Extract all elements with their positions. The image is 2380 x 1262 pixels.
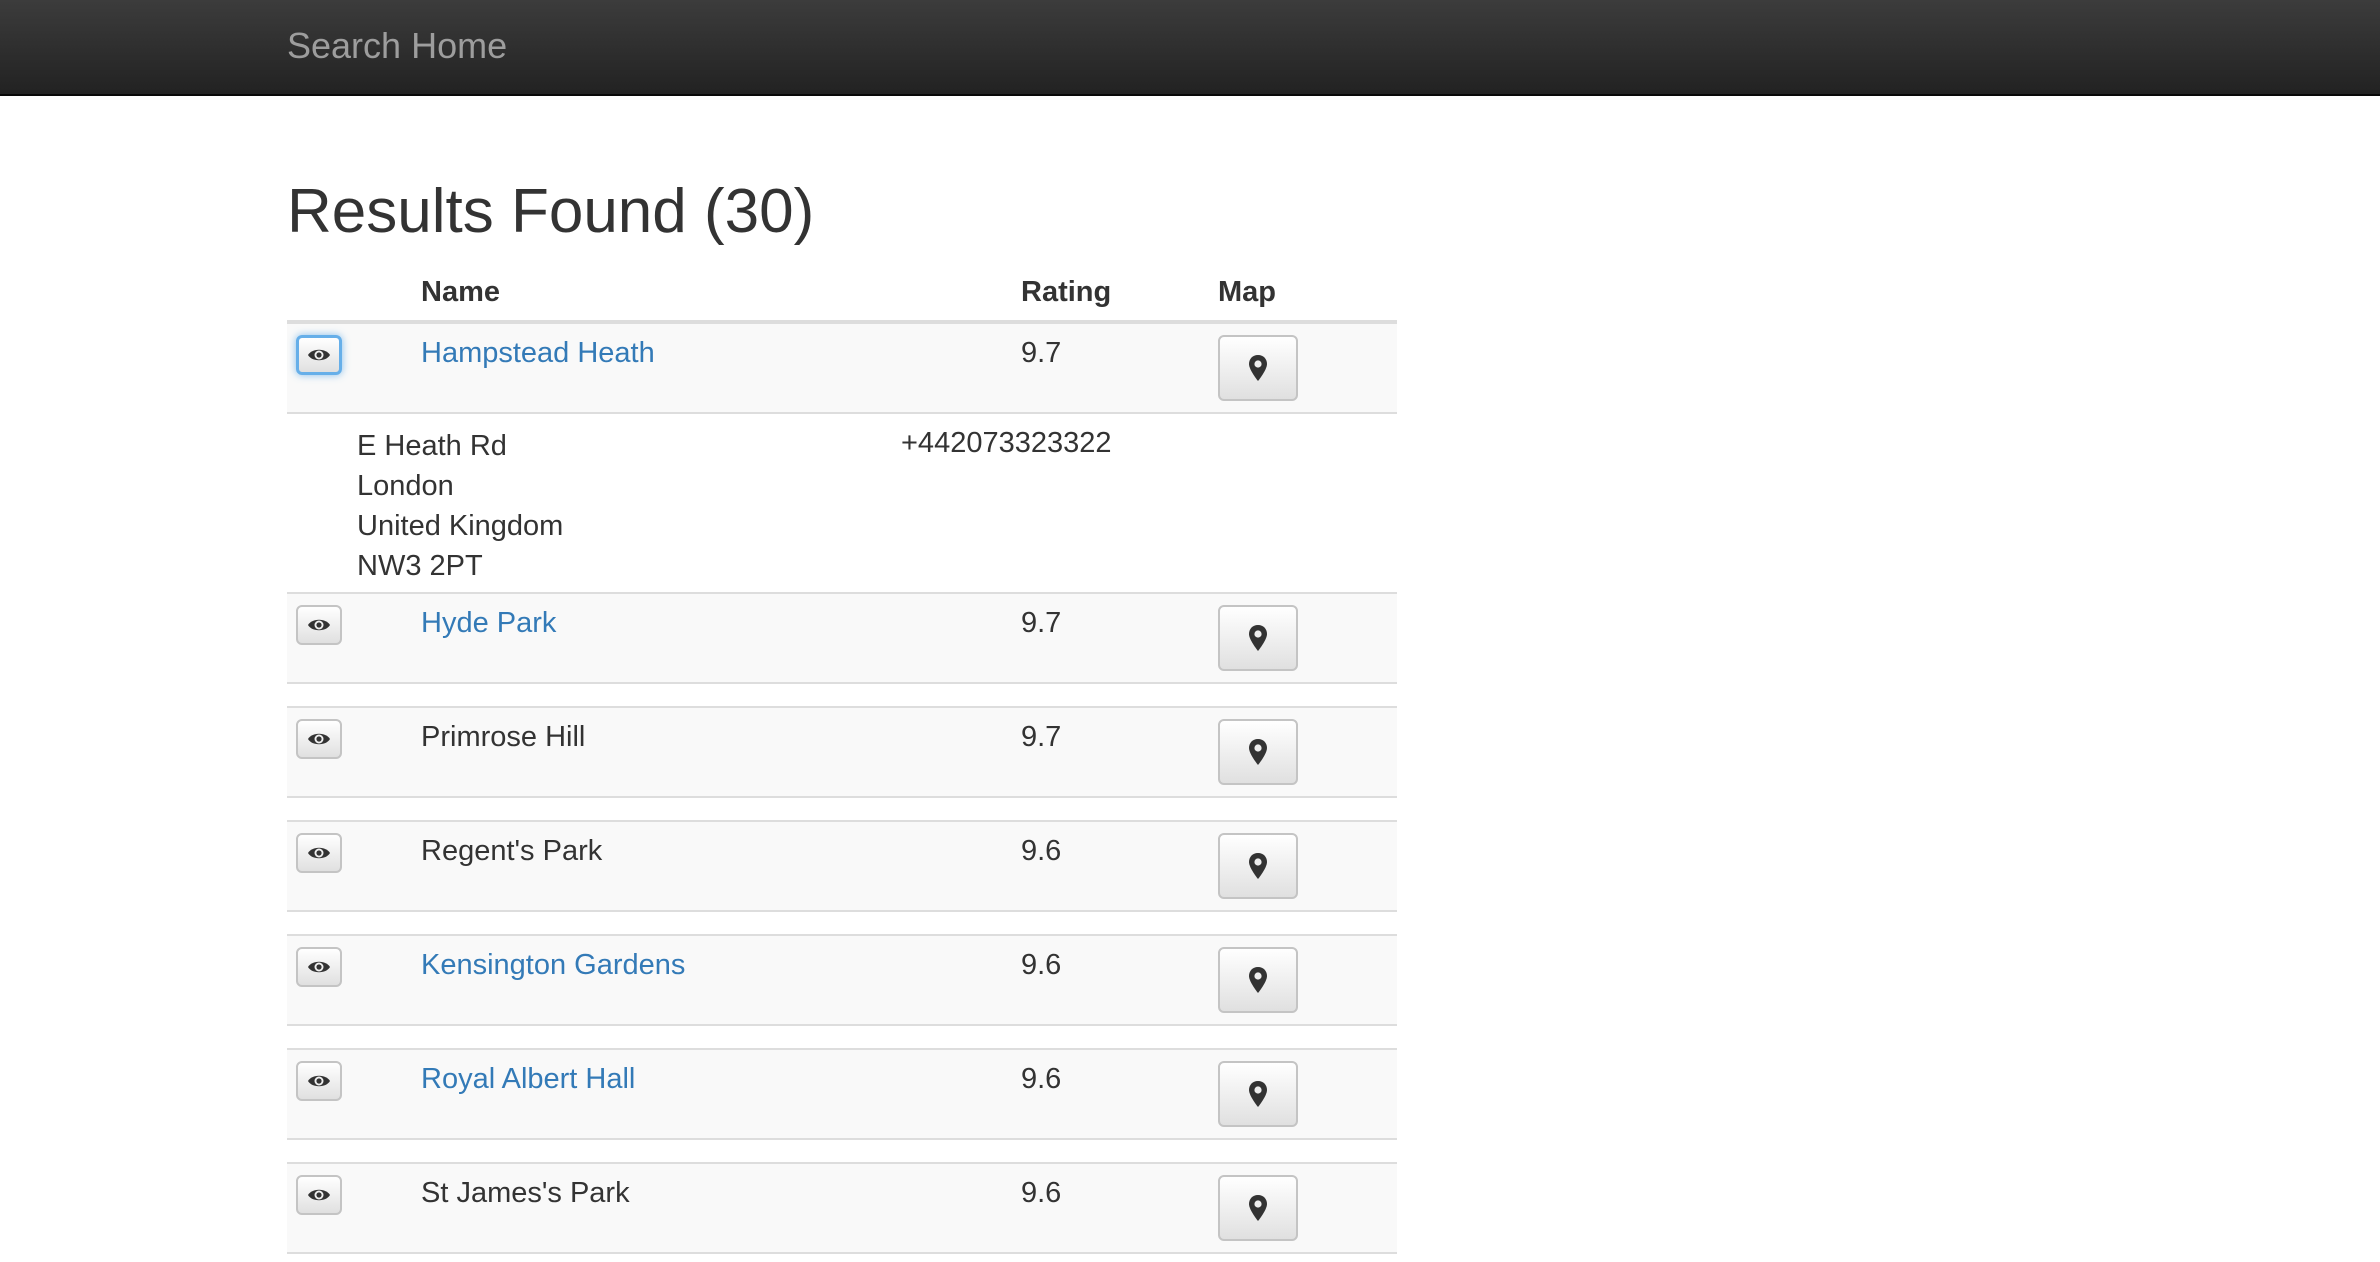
map-button[interactable] (1218, 947, 1298, 1013)
map-button[interactable] (1218, 1175, 1298, 1241)
result-name-link[interactable]: Kensington Gardens (421, 948, 685, 982)
eye-icon (308, 1075, 330, 1087)
column-header-rating: Rating (1021, 276, 1112, 308)
map-marker-icon (1249, 967, 1267, 993)
address-line: London (357, 470, 454, 502)
result-name-link[interactable]: Hampstead Heath (421, 336, 655, 370)
result-rating: 9.7 (1021, 337, 1062, 369)
eye-icon (308, 619, 330, 631)
toggle-details-button[interactable] (296, 605, 342, 645)
toggle-details-button[interactable] (296, 833, 342, 873)
navbar: Search Home (0, 0, 2380, 96)
result-name: Regent's Park (421, 835, 603, 867)
address-line: NW3 2PT (357, 550, 483, 582)
table-row: St James's Park 9.6 (287, 1162, 1397, 1254)
map-button[interactable] (1218, 1061, 1298, 1127)
toggle-details-button[interactable] (296, 947, 342, 987)
result-name: Primrose Hill (421, 721, 586, 753)
phone-number: +442073323322 (901, 427, 1112, 459)
address-line: United Kingdom (357, 510, 564, 542)
eye-icon (308, 1189, 330, 1201)
toggle-details-button[interactable] (296, 1061, 342, 1101)
map-button[interactable] (1218, 833, 1298, 899)
result-rating: 9.6 (1021, 835, 1062, 867)
table-row: Primrose Hill 9.7 (287, 706, 1397, 798)
result-name-link[interactable]: Hyde Park (421, 606, 556, 640)
map-marker-icon (1249, 1195, 1267, 1221)
eye-icon (308, 961, 330, 973)
map-button[interactable] (1218, 719, 1298, 785)
result-details: E Heath Rd London United Kingdom NW3 2PT… (287, 414, 1397, 594)
table-row: Hampstead Heath 9.7 (287, 324, 1397, 414)
column-header-name: Name (421, 276, 500, 308)
address-block: E Heath Rd London United Kingdom NW3 2PT (357, 426, 563, 586)
toggle-details-button[interactable] (296, 719, 342, 759)
result-rating: 9.6 (1021, 949, 1062, 981)
page-title: Results Found (30) (287, 177, 815, 246)
result-name-link[interactable]: Royal Albert Hall (421, 1062, 635, 1096)
eye-icon (308, 847, 330, 859)
result-rating: 9.6 (1021, 1177, 1062, 1209)
eye-icon (308, 349, 330, 361)
map-button[interactable] (1218, 335, 1298, 401)
result-rating: 9.7 (1021, 607, 1062, 639)
table-row: Royal Albert Hall 9.6 (287, 1048, 1397, 1140)
results-table: Name Rating Map Hampstead Heath 9.7 E He… (287, 268, 1397, 1254)
table-header: Name Rating Map (287, 268, 1397, 324)
table-row: Kensington Gardens 9.6 (287, 934, 1397, 1026)
brand-link[interactable]: Search Home (287, 26, 507, 66)
map-marker-icon (1249, 853, 1267, 879)
toggle-details-button[interactable] (296, 1175, 342, 1215)
table-row: Regent's Park 9.6 (287, 820, 1397, 912)
result-rating: 9.7 (1021, 721, 1062, 753)
map-button[interactable] (1218, 605, 1298, 671)
map-marker-icon (1249, 1081, 1267, 1107)
map-marker-icon (1249, 625, 1267, 651)
column-header-map: Map (1218, 276, 1276, 308)
eye-icon (308, 733, 330, 745)
address-line: E Heath Rd (357, 430, 507, 462)
table-row: Hyde Park 9.7 (287, 594, 1397, 684)
result-name: St James's Park (421, 1177, 630, 1209)
toggle-details-button[interactable] (296, 335, 342, 375)
result-rating: 9.6 (1021, 1063, 1062, 1095)
map-marker-icon (1249, 355, 1267, 381)
map-marker-icon (1249, 739, 1267, 765)
